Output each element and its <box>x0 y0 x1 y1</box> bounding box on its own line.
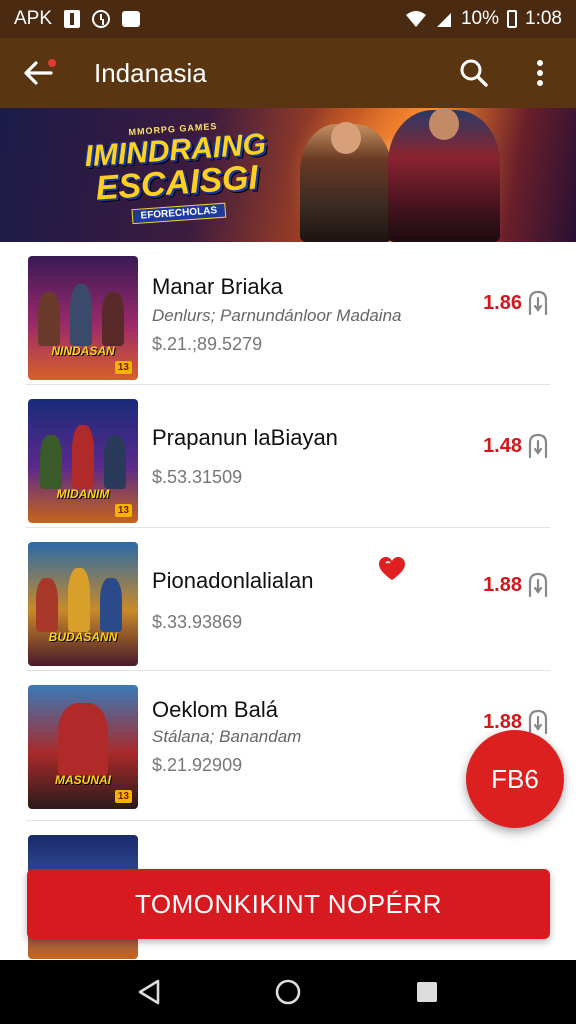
search-icon <box>460 59 488 87</box>
download-icon[interactable] <box>526 570 550 598</box>
fab-button[interactable]: FB6 <box>466 730 564 828</box>
wifi-icon <box>405 11 426 27</box>
message-icon <box>122 11 141 27</box>
square-recent-icon <box>416 982 437 1002</box>
notification-icon <box>64 10 81 28</box>
app-name: Oeklom Balá <box>152 697 278 722</box>
heart-icon[interactable] <box>378 556 406 582</box>
status-right: 10% 1:08 <box>405 8 562 30</box>
list-item[interactable]: MIDANIM 13 Prapanun laBiayan $.53.31509 … <box>26 385 550 528</box>
thumb-figure <box>38 292 60 346</box>
app-price: $.21.92909 <box>152 755 243 775</box>
banner-hero-left <box>300 122 392 242</box>
nav-home-button[interactable] <box>270 974 306 1010</box>
app-price: $.53.31509 <box>152 467 243 487</box>
more-options-button[interactable] <box>522 55 558 91</box>
battery-icon <box>507 10 518 28</box>
promo-banner[interactable]: MMORPG GAMES IMINDRAING ESCAISGI EFORECH… <box>0 108 576 242</box>
triangle-back-icon <box>139 979 160 1005</box>
thumb-figure <box>70 284 92 346</box>
status-apk-label: APK <box>14 8 53 29</box>
thumb-figure <box>36 578 58 632</box>
nav-recent-button[interactable] <box>409 974 445 1010</box>
app-price: $.33.93869 <box>152 612 243 632</box>
app-thumbnail: MASUNAI 13 <box>28 685 138 809</box>
app-subtitle: Stálana; Banandam <box>152 727 302 746</box>
thumb-figure <box>72 425 94 489</box>
app-bar-actions <box>456 55 558 91</box>
page-title: Indanasia <box>94 57 207 88</box>
system-nav-bar <box>0 960 576 1024</box>
app-price: $.21.;89.5279 <box>152 334 263 354</box>
thumb-title: MASUNAI <box>55 773 111 787</box>
download-icon[interactable] <box>526 431 550 459</box>
age-badge: 13 <box>114 361 132 374</box>
app-name: Pionadonlalialan <box>152 568 314 593</box>
thumb-title: BUDASANN <box>48 630 118 644</box>
back-button[interactable] <box>18 53 58 93</box>
status-left: APK <box>14 8 141 30</box>
list-item[interactable]: BUDASANN Pionadonlalialan $.33.93869 1.8… <box>26 528 550 671</box>
app-name: Prapanun laBiayan <box>152 425 338 450</box>
app-bar: Indanasia <box>0 38 576 108</box>
status-time: 1:08 <box>525 8 562 29</box>
signal-icon <box>436 13 451 27</box>
clock-icon <box>92 10 111 28</box>
status-bar: APK 10% 1:08 <box>0 0 576 38</box>
app-name: Manar Briaka <box>152 274 283 299</box>
thumb-title: MIDANIM <box>56 487 110 501</box>
hero-head <box>429 108 459 140</box>
thumb-figure <box>104 435 126 489</box>
app-thumbnail: MIDANIM 13 <box>28 399 138 523</box>
thumb-figure <box>102 292 124 346</box>
notification-dot <box>48 59 56 67</box>
more-vertical-icon <box>537 60 543 86</box>
thumb-figure <box>100 578 122 632</box>
nav-back-button[interactable] <box>131 974 167 1010</box>
app-list: NINDASAN 13 Manar Briaka Denlurs; Parnun… <box>0 242 576 961</box>
app-rating: 1.88 <box>483 574 522 596</box>
download-icon[interactable] <box>526 288 550 316</box>
app-thumbnail: NINDASAN 13 <box>28 256 138 380</box>
thumb-figure <box>68 568 90 632</box>
list-item[interactable]: NINDASAN 13 Manar Briaka Denlurs; Parnun… <box>26 242 550 385</box>
app-subtitle: Denlurs; Parnundánloor Madaina <box>152 306 402 325</box>
age-badge: 13 <box>114 504 132 517</box>
hero-head <box>331 122 361 154</box>
circle-home-icon <box>275 979 301 1005</box>
thumb-figure <box>40 435 62 489</box>
thumb-title: NINDASAN <box>51 344 115 358</box>
search-button[interactable] <box>456 55 492 91</box>
banner-logo-tag: EFORECHOLAS <box>131 202 227 225</box>
primary-action-button[interactable]: TOMONKIKINT NOPÉRR <box>27 869 550 939</box>
banner-logo: MMORPG GAMES IMINDRAING ESCAISGI EFORECH… <box>83 118 269 227</box>
battery-percent: 10% <box>460 8 500 29</box>
thumb-figure <box>58 703 108 775</box>
app-rating: 1.48 <box>483 435 522 457</box>
download-icon[interactable] <box>526 707 550 735</box>
app-thumbnail: BUDASANN <box>28 542 138 666</box>
banner-hero-right <box>388 108 500 242</box>
app-rating: 1.86 <box>483 292 522 314</box>
age-badge: 13 <box>114 790 132 803</box>
